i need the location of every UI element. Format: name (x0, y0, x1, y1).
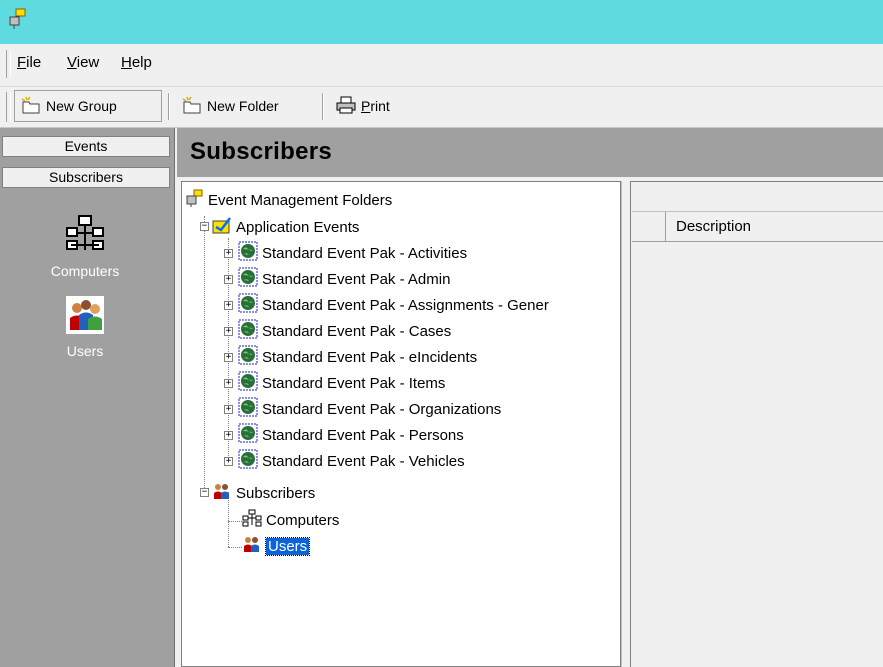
tree-node-computers[interactable]: Computers (242, 509, 339, 531)
tree-node-root[interactable]: Event Management Folders (186, 189, 392, 211)
toolbar: New Group New Folder Print (0, 87, 883, 128)
new-group-button[interactable]: New Group (14, 90, 162, 122)
expand-toggle[interactable]: + (224, 431, 233, 440)
tree-node-event-pak[interactable]: Standard Event Pak - Activities (238, 241, 468, 265)
nav-computers[interactable]: Computers (0, 214, 170, 279)
globe-icon (238, 345, 258, 369)
collapse-toggle[interactable]: − (200, 488, 209, 497)
column-header-blank[interactable] (632, 212, 666, 241)
new-folder-icon (182, 96, 202, 117)
globe-icon (238, 397, 258, 421)
tree-node-label: Computers (266, 511, 340, 529)
tree-node-event-pak[interactable]: Standard Event Pak - Persons (238, 423, 464, 447)
new-group-icon (21, 96, 41, 117)
menubar-grip[interactable] (6, 50, 11, 78)
expand-toggle[interactable]: + (224, 301, 233, 310)
tree-node-label: Event Management Folders (208, 191, 393, 209)
title-bar (0, 0, 883, 44)
tree-view[interactable]: Event Management Folders − Application E… (181, 181, 621, 667)
globe-icon (238, 423, 258, 447)
print-button[interactable]: Print (330, 90, 400, 122)
expand-toggle[interactable]: + (224, 353, 233, 362)
globe-icon (238, 241, 258, 265)
tree-node-users[interactable]: Users (242, 535, 311, 557)
nav-users-label: Users (66, 343, 104, 359)
tree-node-event-pak[interactable]: Standard Event Pak - Organizations (238, 397, 502, 421)
expand-toggle[interactable]: + (224, 275, 233, 284)
tree-node-label: Standard Event Pak - Organizations (262, 400, 502, 418)
toolbar-grip[interactable] (6, 92, 11, 122)
column-header-description[interactable]: Description (676, 218, 751, 235)
tree-node-event-pak[interactable]: Standard Event Pak - Vehicles (238, 449, 465, 473)
tree-connector (204, 216, 205, 492)
menu-file[interactable]: File (17, 54, 41, 71)
expand-toggle[interactable]: + (224, 327, 233, 336)
expand-toggle[interactable]: + (224, 405, 233, 414)
users-group-icon (212, 482, 232, 504)
tree-node-label: Standard Event Pak - Assignments - Gener (262, 296, 549, 314)
new-folder-label: New Folder (207, 98, 279, 114)
globe-icon (238, 449, 258, 473)
tree-node-label: Standard Event Pak - Activities (262, 244, 468, 262)
tab-events[interactable]: Events (2, 136, 170, 157)
tree-node-label: Standard Event Pak - Vehicles (262, 452, 465, 470)
globe-icon (238, 371, 258, 395)
page-title: Subscribers (190, 138, 333, 165)
page-header: Subscribers (177, 128, 883, 177)
expand-toggle[interactable]: + (224, 249, 233, 258)
tree-node-event-pak[interactable]: Standard Event Pak - Cases (238, 319, 452, 343)
computers-network-icon (0, 214, 170, 257)
globe-icon (238, 267, 258, 291)
toolbar-separator (168, 93, 170, 120)
nav-users[interactable]: Users (0, 296, 170, 359)
tree-node-event-pak[interactable]: Standard Event Pak - Items (238, 371, 446, 395)
menu-bar: File View Help (0, 44, 883, 87)
tree-connector (228, 521, 242, 522)
globe-icon (238, 293, 258, 317)
tree-node-label: Application Events (236, 218, 360, 236)
tree-node-label: Standard Event Pak - Items (262, 374, 446, 392)
nav-computers-label: Computers (50, 263, 120, 279)
app-icon[interactable] (8, 8, 28, 30)
toolbar-separator (322, 93, 324, 120)
tree-node-event-pak[interactable]: Standard Event Pak - eIncidents (238, 345, 478, 369)
tree-node-label-selected: Users (264, 536, 311, 556)
tree-connector (228, 547, 242, 548)
new-group-label: New Group (46, 98, 117, 114)
list-view[interactable] (631, 181, 883, 667)
tree-node-label: Standard Event Pak - eIncidents (262, 348, 478, 366)
tree-node-subscribers[interactable]: Subscribers (212, 482, 315, 504)
users-group-icon (66, 296, 104, 334)
tree-node-label: Standard Event Pak - Persons (262, 426, 464, 444)
tree-node-label: Standard Event Pak - Admin (262, 270, 451, 288)
globe-icon (238, 319, 258, 343)
tree-node-label: Standard Event Pak - Cases (262, 322, 452, 340)
pane-splitter[interactable] (621, 181, 631, 667)
new-folder-button[interactable]: New Folder (176, 90, 314, 122)
computers-network-icon (242, 509, 262, 531)
print-label: Print (361, 98, 390, 114)
application-events-icon (212, 216, 232, 238)
expand-toggle[interactable]: + (224, 457, 233, 466)
folders-root-icon (186, 189, 204, 211)
printer-icon (336, 96, 356, 117)
tree-node-event-pak[interactable]: Standard Event Pak - Assignments - Gener (238, 293, 549, 317)
list-toolbar-area (632, 183, 883, 212)
tab-subscribers[interactable]: Subscribers (2, 167, 170, 188)
menu-help[interactable]: Help (121, 54, 152, 71)
expand-toggle[interactable]: + (224, 379, 233, 388)
tree-node-event-pak[interactable]: Standard Event Pak - Admin (238, 267, 451, 291)
menu-view[interactable]: View (67, 54, 99, 71)
left-nav-pane: Events Subscribers Computers Users (0, 128, 175, 667)
tree-node-application-events[interactable]: Application Events (212, 216, 359, 238)
list-header (632, 212, 883, 242)
users-group-icon (242, 535, 262, 557)
collapse-toggle[interactable]: − (200, 222, 209, 231)
tree-node-label: Subscribers (236, 484, 316, 502)
